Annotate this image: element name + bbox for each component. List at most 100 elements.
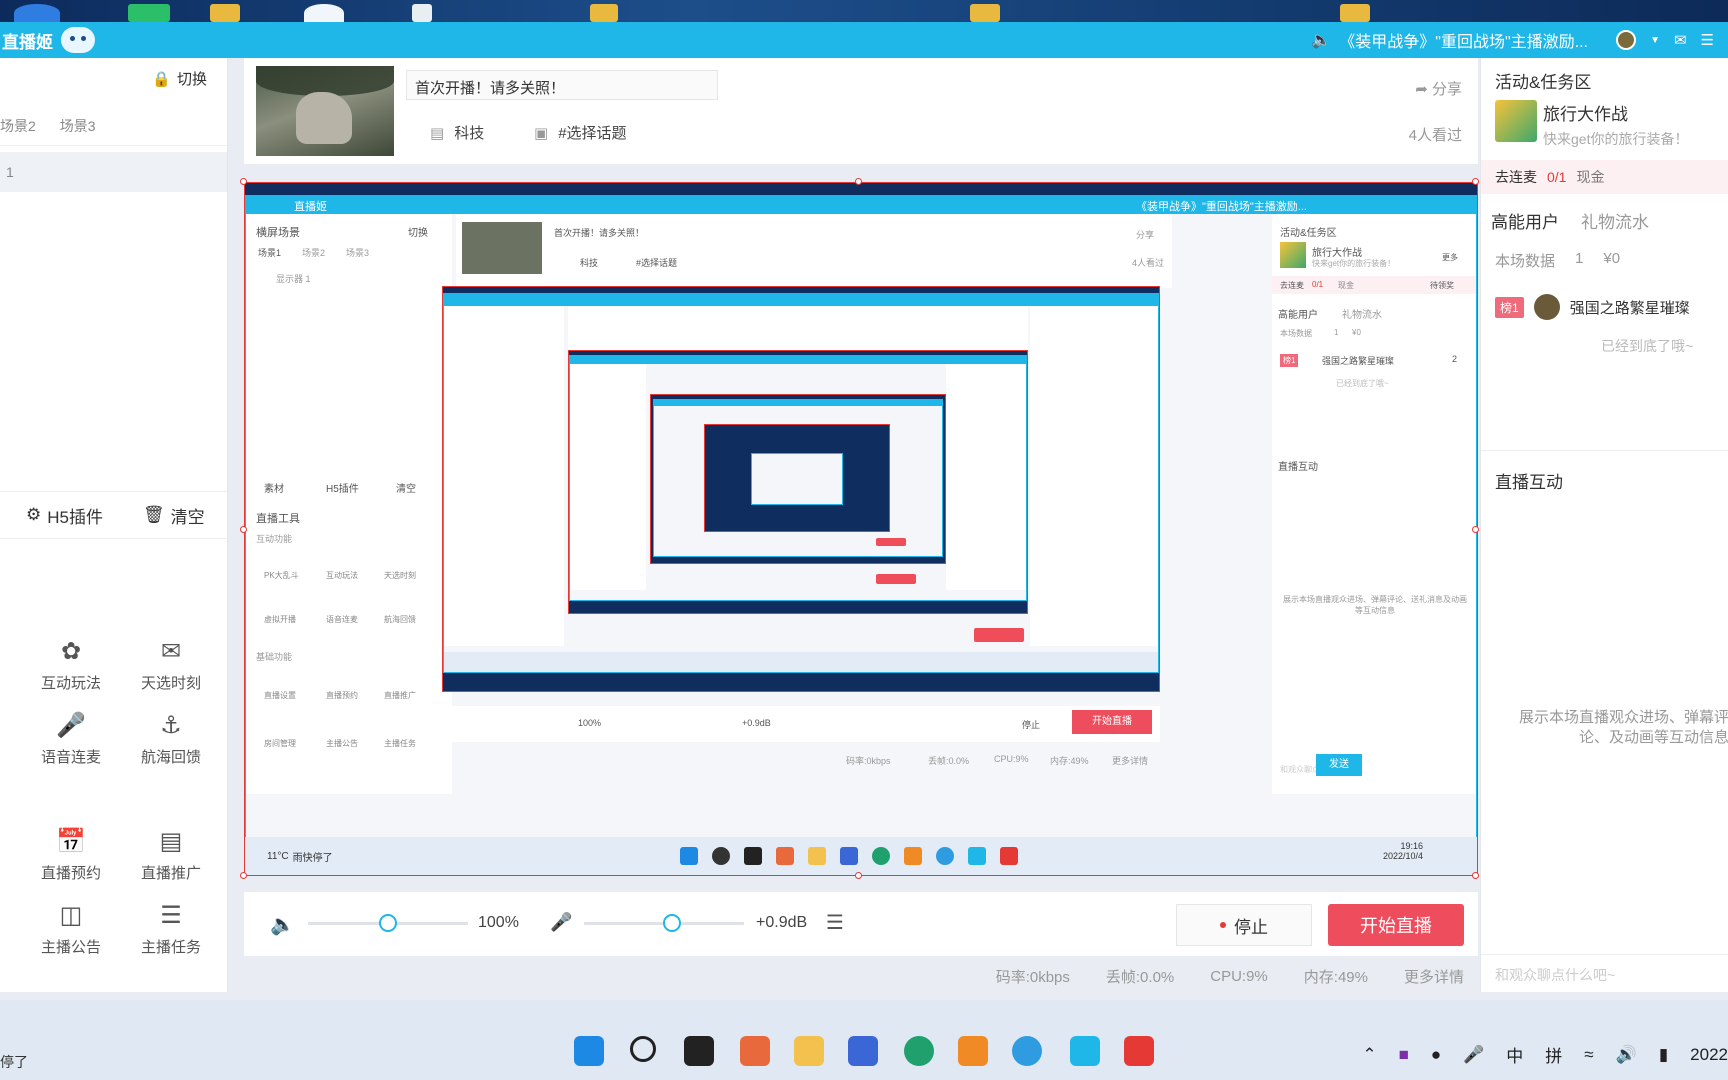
qq-icon[interactable]: ● xyxy=(1431,1045,1441,1065)
nested-left-l3 xyxy=(570,364,646,590)
nested-end: 已经到底了哦~ xyxy=(1336,379,1389,388)
live-interaction-title: 直播互动 xyxy=(1495,473,1563,492)
speaker-icon[interactable]: 🔈 xyxy=(270,912,295,937)
nested-tool: 主播任务 xyxy=(384,739,416,748)
source-item-label: 1 xyxy=(6,164,14,180)
activity-subtitle: 快来get你的旅行装备！ xyxy=(1543,131,1689,147)
start-icon[interactable] xyxy=(574,1036,604,1066)
nested-username: 强国之路繁星璀璨 xyxy=(1322,356,1395,366)
stop-button[interactable]: 停止 xyxy=(1176,904,1312,946)
folder-icon[interactable] xyxy=(794,1036,824,1066)
share-button[interactable]: ➦ 分享 xyxy=(1415,78,1462,99)
activity-card[interactable]: 旅行大作战 快来get你的旅行装备！ xyxy=(1495,100,1688,149)
tab-high-energy-users[interactable]: 高能用户 xyxy=(1491,208,1559,233)
compass-icon[interactable] xyxy=(958,1036,988,1066)
more-details-link[interactable]: 更多详情 xyxy=(1404,966,1464,987)
tool-interactive-play[interactable]: ✿ 互动玩法 xyxy=(26,636,116,693)
microphone-icon[interactable]: 🎤 xyxy=(550,912,572,933)
memory-stat: 内存:49% xyxy=(1303,968,1368,986)
nested-act-pic xyxy=(1280,242,1306,268)
desktop-icon xyxy=(412,4,432,22)
tool-announcement[interactable]: ◫ 主播公告 xyxy=(26,900,116,957)
nested-preview-l4 xyxy=(704,424,890,532)
snip-icon[interactable] xyxy=(740,1036,770,1066)
tool-lucky-draw[interactable]: ✉ 天选时刻 xyxy=(126,636,216,693)
pv-wps-icon xyxy=(999,847,1018,865)
nested-hudong-desc: 展示本场直播观众进场、弹幕评论、送礼消息及动画等互动信息 xyxy=(1283,595,1467,615)
resize-handle[interactable] xyxy=(1472,178,1479,185)
scene-tabs: 场景2 场景3 xyxy=(0,106,227,146)
nested-preview xyxy=(442,286,1160,692)
ime-pinyin[interactable]: 拼 xyxy=(1545,1042,1562,1067)
category-selector[interactable]: ▤ 科技 xyxy=(430,122,484,143)
tool-voice-link[interactable]: 🎤 语音连麦 xyxy=(26,710,116,767)
rank-badge: 榜1 xyxy=(1495,296,1524,318)
battery-icon[interactable]: ▮ xyxy=(1659,1045,1668,1065)
clear-button[interactable]: 🗑 清空 xyxy=(143,503,205,528)
tool-live-schedule[interactable]: 📅 直播预约 xyxy=(26,826,116,883)
topic-selector[interactable]: ▣ #选择话题 xyxy=(534,122,627,143)
resize-handle[interactable] xyxy=(855,872,862,879)
volume-icon[interactable]: 🔊 xyxy=(1616,1045,1637,1065)
onenote-icon[interactable]: ■ xyxy=(1399,1045,1409,1065)
nested-tool: 房间管理 xyxy=(264,739,296,748)
ranked-user-row[interactable]: 榜1 强国之路繁星璀璨 xyxy=(1495,294,1690,320)
h5-plugin-label: H5插件 xyxy=(47,507,103,527)
stream-cover-image[interactable] xyxy=(256,66,394,156)
h5-plugin-button[interactable]: ⚙ H5插件 xyxy=(26,503,103,528)
user-tabs: 高能用户 礼物流水 xyxy=(1491,208,1649,233)
stream-title-input[interactable]: 首次开播！请多关照！ xyxy=(406,70,718,100)
announcement-icon: ◫ xyxy=(59,901,83,929)
microphone-tray-icon[interactable]: 🎤 xyxy=(1463,1045,1484,1065)
chat-input[interactable]: 和观众聊点什么吧~ xyxy=(1481,954,1728,992)
mixer-icon[interactable]: ☰ xyxy=(826,910,844,935)
mic-volume-knob[interactable] xyxy=(663,914,681,932)
search-icon[interactable] xyxy=(630,1036,656,1062)
tool-streamer-task[interactable]: ☰ 主播任务 xyxy=(126,900,216,957)
wifi-icon[interactable]: ≈ xyxy=(1584,1045,1593,1065)
tab-gift-flow[interactable]: 礼物流水 xyxy=(1581,208,1649,233)
livestream-app-icon[interactable] xyxy=(1070,1036,1100,1066)
user-avatar[interactable] xyxy=(1616,30,1637,50)
resize-handle[interactable] xyxy=(240,526,247,533)
tab-scene-2[interactable]: 场景2 xyxy=(0,116,36,136)
baidu-icon[interactable] xyxy=(848,1036,878,1066)
nested-basic: 基础功能 xyxy=(256,652,293,662)
stream-preview-canvas[interactable]: 直播姬 《装甲战争》"重回战场"主播激励... 横屏场景 切换 场景1 场景2 … xyxy=(244,182,1478,876)
menu-icon[interactable]: ☰ xyxy=(1701,31,1714,49)
mail-icon[interactable]: ✉ xyxy=(1674,31,1687,49)
start-live-button[interactable]: 开始直播 xyxy=(1328,904,1464,946)
tool-live-promotion[interactable]: ▤ 直播推广 xyxy=(126,826,216,883)
nested-details: 更多详情 xyxy=(1112,756,1149,766)
chevron-down-icon[interactable]: ▼ xyxy=(1650,35,1660,46)
tab-scene-3[interactable]: 场景3 xyxy=(60,116,96,136)
edge-icon[interactable] xyxy=(904,1036,934,1066)
resize-handle[interactable] xyxy=(240,872,247,879)
tool-label: 天选时刻 xyxy=(140,675,201,692)
session-user-count: 1 xyxy=(1575,250,1584,267)
ime-chinese[interactable]: 中 xyxy=(1506,1042,1523,1067)
nested-window-l2 xyxy=(443,293,1159,673)
speaker-volume-knob[interactable] xyxy=(379,914,397,932)
nested-rank: 榜1 xyxy=(1280,354,1299,367)
resize-handle[interactable] xyxy=(240,178,247,185)
live-interaction-desc: 展示本场直播观众进场、弹幕评论、及动画等互动信息 xyxy=(1518,709,1728,746)
resize-handle[interactable] xyxy=(1472,526,1479,533)
wps-icon[interactable] xyxy=(1124,1036,1154,1066)
nested-scene-1: 场景1 xyxy=(258,248,282,258)
resize-handle[interactable] xyxy=(855,178,862,185)
tool-voyage-reward[interactable]: ⚓ 航海回馈 xyxy=(126,710,216,767)
switch-button[interactable]: 🔒 切换 xyxy=(152,68,207,89)
resize-handle[interactable] xyxy=(1472,872,1479,879)
pv-baidu-icon xyxy=(839,847,858,865)
source-item-display[interactable]: 1 xyxy=(0,152,227,192)
taskview-icon[interactable] xyxy=(684,1036,714,1066)
nested-tool: 语音连麦 xyxy=(326,615,358,624)
chevron-up-icon[interactable]: ⌃ xyxy=(1362,1045,1376,1065)
nested-assets: 素材 xyxy=(264,484,284,495)
nested-volume: 100% xyxy=(578,718,602,728)
notice-banner[interactable]: 🔈 《装甲战争》"重回战场"主播激励... xyxy=(1311,28,1588,52)
browser-icon[interactable] xyxy=(1012,1036,1042,1066)
link-mic-count: 0/1 xyxy=(1547,169,1567,185)
link-mic-bar[interactable]: 去连麦 0/1 现金 xyxy=(1481,160,1728,194)
